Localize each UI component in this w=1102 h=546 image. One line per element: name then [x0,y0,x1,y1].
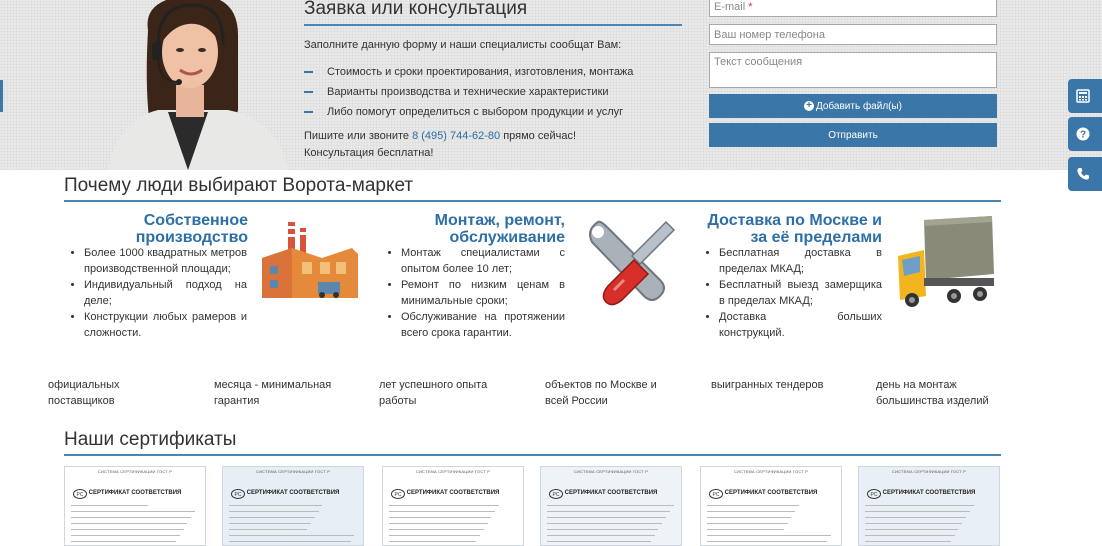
feature-service-title: Монтаж, ремонт, обслуживание [434,212,565,246]
feature-production-list: Более 1000 квадратных метров производств… [64,245,247,341]
certificate-text-lines [547,505,675,545]
certificates-title: Наши сертификаты [64,429,237,450]
list-item: Обслуживание на протяжении всего срока г… [401,309,565,341]
stat-item: месяца - минимальная гарантия [214,379,332,407]
form-title-underline [304,24,682,26]
benefit-item: Варианты производства и технические хара… [304,82,633,102]
email-field[interactable]: E-mail * [709,0,997,17]
stat-item: лет успешного опыта работы [379,379,488,407]
certificate-header: СИСТЕМА СЕРТИФИКАЦИИ ГОСТ Р [891,469,967,474]
phone-icon [1077,168,1089,180]
truck-icon [898,216,994,307]
phone-field[interactable]: Ваш номер телефона [709,24,997,45]
factory-icon [262,222,358,298]
certificate-text-lines [229,505,357,545]
list-item: Доставка больших конструкций. [719,309,882,341]
plus-circle-icon: + [803,101,814,111]
certificates-title-underline [64,454,1001,456]
callback-tab[interactable] [1068,157,1102,191]
certificate-header: СИСТЕМА СЕРТИФИКАЦИИ ГОСТ Р [733,469,809,474]
question-icon: ? [1076,127,1090,141]
list-item: Конструкции любых рамеров и сложности. [84,309,247,341]
certificate-title: СЕРТИФИКАТ СООТВЕТСТВИЯ [246,490,340,496]
certificate-thumbnail[interactable]: СИСТЕМА СЕРТИФИКАЦИИ ГОСТ Р PC СЕРТИФИКАТ … [382,466,524,546]
certificate-header: СИСТЕМА СЕРТИФИКАЦИИ ГОСТ Р [415,469,491,474]
certificate-text-lines [707,505,835,545]
benefit-list: Стоимость и сроки проектирования, изгото… [304,62,633,122]
certificate-text-lines [865,505,993,545]
feature-delivery-title: Доставка по Москве и за её пределами [707,212,882,246]
certificate-thumbnail[interactable]: СИСТЕМА СЕРТИФИКАЦИИ ГОСТ Р PC СЕРТИФИКАТ … [540,466,682,546]
question-tab[interactable]: ? [1068,117,1102,151]
benefit-item: Стоимость и сроки проектирования, изгото… [304,62,633,82]
list-item: Индивидуальный подход на деле; [84,277,247,309]
why-title-underline [64,200,1001,202]
calculator-icon [1076,89,1090,103]
benefit-item: Либо помогут определиться с выбором прод… [304,102,633,122]
feature-service-list: Монтаж специалистами с опытом более 10 л… [381,245,565,341]
list-item: Ремонт по низким ценам в минимальные сро… [401,277,565,309]
list-item: Бесплатный выезд замерщика в пределах МК… [719,277,882,309]
why-title: Почему люди выбирают Ворота-маркет [64,175,414,196]
certificate-thumbnail[interactable]: СИСТЕМА СЕРТИФИКАЦИИ ГОСТ Р PC СЕРТИФИКАТ … [222,466,364,546]
certificate-text-lines [389,505,517,545]
certificate-title: СЕРТИФИКАТ СООТВЕТСТВИЯ [406,490,500,496]
free-consultation-note: Консультация бесплатна! [304,147,434,159]
svg-text:?: ? [1080,130,1086,141]
dash-icon [304,91,313,93]
required-mark: * [748,1,753,13]
form-intro: Заполните данную форму и наши специалист… [304,39,622,51]
certificate-title: СЕРТИФИКАТ СООТВЕТСТВИЯ [882,490,976,496]
left-edge-tab[interactable] [0,80,3,112]
certificate-header: СИСТЕМА СЕРТИФИКАЦИИ ГОСТ Р [255,469,331,474]
certificate-title: СЕРТИФИКАТ СООТВЕТСТВИЯ [88,490,182,496]
certificate-thumbnail[interactable]: СИСТЕМА СЕРТИФИКАЦИИ ГОСТ Р PC СЕРТИФИКАТ … [700,466,842,546]
send-button[interactable]: Отправить [709,123,997,147]
tools-icon [589,220,676,306]
add-file-button[interactable]: + Добавить файл(ы) [709,94,997,118]
list-item: Бесплатная доставка в пределах МКАД; [719,245,882,277]
stat-item: официальных поставщиков [48,379,120,407]
form-title: Заявка или консультация [304,0,528,19]
certificate-thumbnail[interactable]: СИСТЕМА СЕРТИФИКАЦИИ ГОСТ Р PC СЕРТИФИКАТ … [64,466,206,546]
certificate-header: СИСТЕМА СЕРТИФИКАЦИИ ГОСТ Р [97,469,173,474]
stat-item: день на монтаж большинства изделий [876,379,989,407]
message-field[interactable]: Текст сообщения [709,52,997,88]
certificate-title: СЕРТИФИКАТ СООТВЕТСТВИЯ [564,490,658,496]
stat-item: выигранных тендеров [711,379,824,391]
phone-link[interactable]: 8 (495) 744-62-80 [412,130,500,142]
dash-icon [304,71,313,73]
certificate-thumbnail[interactable]: СИСТЕМА СЕРТИФИКАЦИИ ГОСТ Р PC СЕРТИФИКАТ … [858,466,1000,546]
calculator-tab[interactable] [1068,79,1102,113]
dash-icon [304,111,313,113]
operator-photo [108,0,288,170]
call-line: Пишите или звоните 8 (495) 744-62-80 пря… [304,130,577,142]
stat-item: объектов по Москве и всей России [545,379,657,407]
list-item: Монтаж специалистами с опытом более 10 л… [401,245,565,277]
certificate-header: СИСТЕМА СЕРТИФИКАЦИИ ГОСТ Р [573,469,649,474]
certificate-title: СЕРТИФИКАТ СООТВЕТСТВИЯ [724,490,818,496]
list-item: Более 1000 квадратных метров производств… [84,245,247,277]
certificate-text-lines [71,505,199,545]
feature-delivery-list: Бесплатная доставка в пределах МКАД; Бес… [699,245,882,341]
feature-production-title: Собственное производство [135,212,248,246]
